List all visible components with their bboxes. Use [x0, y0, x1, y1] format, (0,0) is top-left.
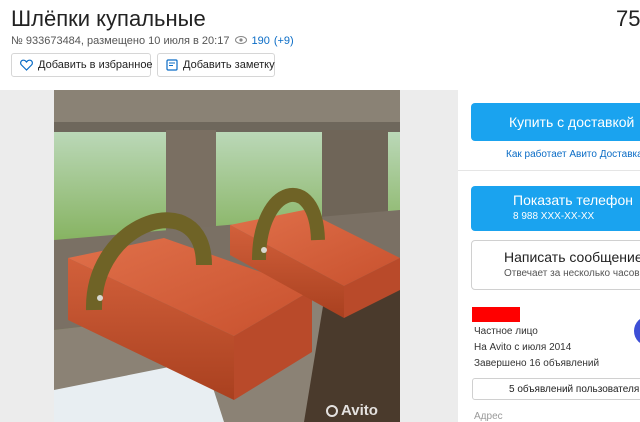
watermark-text: Avito: [341, 402, 378, 419]
write-message-button[interactable]: Написать сообщение Отвечает за несколько…: [471, 240, 640, 290]
eye-icon: [235, 35, 248, 47]
avito-watermark: Avito: [326, 402, 378, 419]
buy-with-delivery-button[interactable]: Купить с доставкой: [471, 103, 640, 141]
how-delivery-works-link[interactable]: Как работает Авито Доставка: [506, 149, 640, 160]
listing-meta: № 933673484, размещено 10 июля в 20:17 1…: [11, 35, 294, 47]
seller-ads-label: 5 объявлений пользователя: [509, 383, 640, 395]
buy-with-delivery-label: Купить с доставкой: [509, 114, 635, 130]
views-count: 190: [251, 35, 270, 47]
listing-price: 75: [616, 6, 640, 31]
show-phone-label: Показать телефон: [513, 192, 633, 208]
views-delta: (+9): [273, 35, 294, 47]
listing-photo[interactable]: [54, 90, 400, 422]
seller-avatar[interactable]: [634, 316, 640, 346]
add-to-favorites-button[interactable]: Добавить в избранное: [11, 53, 153, 77]
photo-gallery[interactable]: [0, 90, 458, 422]
seller-info: Частное лицо На Avito с июля 2014 Заверш…: [474, 324, 599, 372]
seller-name-redacted: [472, 307, 520, 322]
phone-number-masked: 8 988 XXX-XX-XX: [513, 211, 595, 222]
heart-icon: [20, 59, 33, 71]
views-counter: 190 (+9): [235, 35, 294, 47]
add-note-button[interactable]: Добавить заметку: [157, 53, 275, 77]
note-icon: [166, 59, 178, 71]
listing-id-date: № 933673484, размещено 10 июля в 20:17: [11, 35, 230, 47]
seller-ads-button[interactable]: 5 объявлений пользователя: [472, 378, 640, 400]
seller-type: Частное лицо: [474, 326, 538, 337]
seller-since: На Avito с июля 2014: [474, 342, 572, 353]
divider: [458, 170, 640, 171]
add-note-label: Добавить заметку: [183, 59, 275, 71]
show-phone-button[interactable]: Показать телефон 8 988 XXX-XX-XX: [471, 186, 640, 231]
write-message-label: Написать сообщение: [504, 249, 640, 265]
avito-logo-icon: [326, 404, 338, 417]
seller-completed: Завершено 16 объявлений: [474, 358, 600, 369]
address-label: Адрес: [474, 411, 503, 422]
response-time-hint: Отвечает за несколько часов: [504, 268, 640, 279]
add-to-favorites-label: Добавить в избранное: [38, 59, 153, 71]
listing-title: Шлёпки купальные: [11, 6, 206, 31]
